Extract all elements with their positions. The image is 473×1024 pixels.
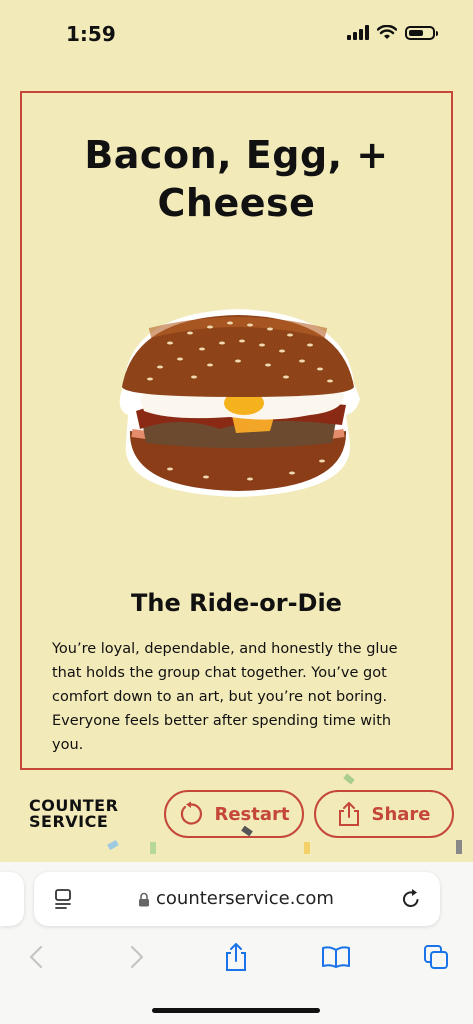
burger-image — [119, 309, 361, 497]
status-icons — [347, 25, 438, 40]
bookmarks-button[interactable] — [314, 935, 358, 979]
forward-button[interactable] — [115, 935, 159, 979]
tabs-button[interactable] — [414, 935, 458, 979]
result-card: Bacon, Egg, + Cheese The Ride-or-Die You… — [20, 91, 453, 770]
result-description: You’re loyal, dependable, and honestly t… — [52, 641, 398, 753]
confetti-piece — [456, 840, 462, 854]
forward-icon — [130, 945, 144, 969]
lock-icon — [139, 892, 149, 907]
back-icon — [29, 945, 43, 969]
confetti-piece — [304, 842, 310, 854]
result-name: The Ride-or-Die — [131, 589, 342, 617]
restart-button[interactable]: Restart — [164, 790, 304, 838]
counter-service-logo[interactable]: COUNTER SERVICE — [29, 798, 118, 830]
battery-icon — [405, 25, 438, 40]
share-button[interactable]: Share — [314, 790, 454, 838]
previous-tab-peek[interactable] — [0, 872, 24, 926]
url-text[interactable]: counterservice.com — [156, 888, 334, 909]
restart-icon — [181, 801, 203, 825]
browser-nav — [0, 935, 473, 979]
confetti-piece — [107, 839, 119, 851]
wifi-icon — [377, 25, 397, 39]
confetti-piece — [150, 842, 156, 854]
share-sheet-button[interactable] — [214, 935, 258, 979]
status-bar: 1:59 — [0, 0, 473, 70]
restart-label: Restart — [214, 803, 290, 825]
share-sheet-icon — [226, 943, 246, 971]
back-button[interactable] — [14, 935, 58, 979]
tabs-icon — [424, 945, 448, 969]
bookmarks-icon — [322, 946, 350, 968]
share-label: Share — [371, 803, 431, 825]
home-indicator[interactable] — [152, 1008, 320, 1013]
reload-icon[interactable] — [400, 888, 422, 910]
confetti-piece — [343, 773, 355, 785]
share-icon — [339, 802, 360, 826]
tab-settings-icon[interactable] — [54, 888, 74, 910]
result-title: Bacon, Egg, + Cheese — [84, 133, 389, 225]
status-time: 1:59 — [66, 22, 116, 46]
logo-line-2: SERVICE — [29, 812, 109, 831]
signal-icon — [347, 25, 369, 40]
